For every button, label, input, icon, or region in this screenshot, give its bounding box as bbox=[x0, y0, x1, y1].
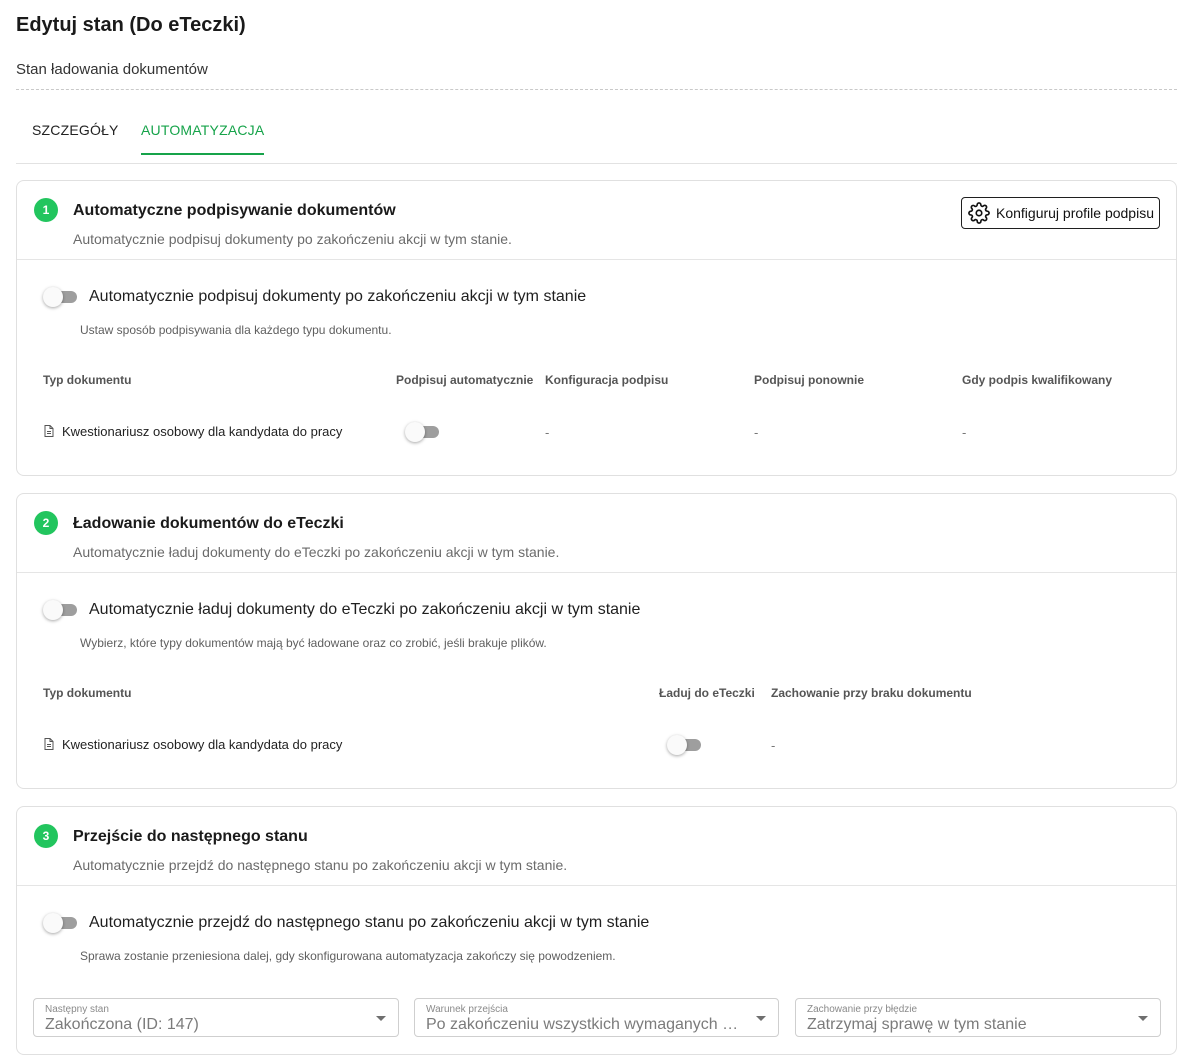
section-title: Ładowanie dokumentów do eTeczki bbox=[73, 515, 344, 532]
column-header-sign-again: Podpisuj ponownie bbox=[754, 373, 864, 387]
step-badge: 2 bbox=[34, 511, 58, 535]
column-header-load-to-eteczka: Ładuj do eTeczki bbox=[659, 686, 755, 700]
table-row: Kwestionariusz osobowy dla kandydata do … bbox=[44, 424, 342, 439]
section-header: 3 Przejście do następnego stanu Automaty… bbox=[17, 807, 1176, 886]
chevron-down-icon bbox=[376, 1016, 386, 1021]
transition-condition-select[interactable]: Warunek przejścia Po zakończeniu wszystk… bbox=[414, 998, 779, 1037]
column-header-missing-document-behavior: Zachowanie przy braku dokumentu bbox=[771, 686, 972, 700]
tab-automation[interactable]: AUTOMATYZACJA bbox=[141, 112, 265, 155]
page-subtitle: Stan ładowania dokumentów bbox=[16, 61, 208, 78]
dashed-divider bbox=[16, 89, 1177, 90]
auto-load-toggle-row: Automatycznie ładuj dokumenty do eTeczki… bbox=[43, 600, 640, 620]
auto-transition-toggle[interactable] bbox=[43, 913, 79, 933]
step-badge: 1 bbox=[34, 198, 58, 222]
transition-condition-label: Warunek przejścia bbox=[426, 1004, 508, 1015]
chevron-down-icon bbox=[1138, 1016, 1148, 1021]
signature-config-value: - bbox=[545, 425, 550, 440]
column-header-document-type: Typ dokumentu bbox=[43, 373, 132, 387]
auto-sign-toggle-row: Automatycznie podpisuj dokumenty po zako… bbox=[43, 287, 586, 307]
next-state-select[interactable]: Następny stan Zakończona (ID: 147) bbox=[33, 998, 399, 1037]
document-icon bbox=[44, 425, 54, 437]
document-icon bbox=[44, 738, 54, 750]
section-description: Automatycznie ładuj dokumenty do eTeczki… bbox=[73, 544, 560, 560]
auto-sign-toggle-label: Automatycznie podpisuj dokumenty po zako… bbox=[89, 288, 587, 305]
tab-bar: SZCZEGÓŁY AUTOMATYZACJA bbox=[16, 112, 1177, 164]
page-title: Edytuj stan (Do eTeczki) bbox=[16, 14, 246, 36]
section-load-to-eteczka: 2 Ładowanie dokumentów do eTeczki Automa… bbox=[16, 493, 1177, 789]
document-type-name: Kwestionariusz osobowy dla kandydata do … bbox=[62, 424, 343, 439]
next-state-value: Zakończona (ID: 147) bbox=[45, 1016, 199, 1033]
transition-condition-value: Po zakończeniu wszystkich wymaganych akc… bbox=[426, 1016, 740, 1033]
column-header-sign-automatically: Podpisuj automatycznie bbox=[396, 373, 534, 387]
edit-state-page: Edytuj stan (Do eTeczki) Stan ładowania … bbox=[0, 0, 1187, 1057]
sign-again-value: - bbox=[754, 425, 759, 440]
section-description: Automatycznie podpisuj dokumenty po zako… bbox=[73, 231, 512, 247]
gear-icon bbox=[968, 202, 990, 224]
row-sign-automatically-toggle[interactable] bbox=[405, 422, 441, 442]
configure-signature-profiles-button[interactable]: Konfiguruj profile podpisu bbox=[961, 197, 1160, 229]
error-behavior-label: Zachowanie przy błędzie bbox=[807, 1004, 918, 1015]
auto-transition-helper-text: Sprawa zostanie przeniesiona dalej, gdy … bbox=[80, 949, 616, 963]
error-behavior-value: Zatrzymaj sprawę w tym stanie bbox=[807, 1016, 1027, 1033]
document-type-name: Kwestionariusz osobowy dla kandydata do … bbox=[62, 737, 343, 752]
qualified-signature-value: - bbox=[962, 425, 967, 440]
section-header: 2 Ładowanie dokumentów do eTeczki Automa… bbox=[17, 494, 1176, 573]
section-auto-sign: 1 Automatyczne podpisywanie dokumentów A… bbox=[16, 180, 1177, 476]
auto-sign-helper-text: Ustaw sposób podpisywania dla każdego ty… bbox=[80, 323, 392, 337]
configure-button-label: Konfiguruj profile podpisu bbox=[996, 205, 1154, 221]
column-header-document-type: Typ dokumentu bbox=[43, 686, 132, 700]
auto-load-toggle-label: Automatycznie ładuj dokumenty do eTeczki… bbox=[89, 601, 641, 618]
auto-transition-toggle-label: Automatycznie przejdź do następnego stan… bbox=[89, 914, 650, 931]
step-badge: 3 bbox=[34, 824, 58, 848]
tab-details[interactable]: SZCZEGÓŁY bbox=[32, 112, 119, 155]
auto-transition-toggle-row: Automatycznie przejdź do następnego stan… bbox=[43, 913, 649, 933]
column-header-signature-config: Konfiguracja podpisu bbox=[545, 373, 669, 387]
auto-sign-toggle[interactable] bbox=[43, 287, 79, 307]
section-title: Przejście do następnego stanu bbox=[73, 828, 308, 845]
missing-document-behavior-value: - bbox=[771, 738, 776, 753]
section-title: Automatyczne podpisywanie dokumentów bbox=[73, 202, 396, 219]
row-load-to-eteczka-toggle[interactable] bbox=[667, 735, 703, 755]
section-next-state-transition: 3 Przejście do następnego stanu Automaty… bbox=[16, 806, 1177, 1055]
chevron-down-icon bbox=[756, 1016, 766, 1021]
auto-load-toggle[interactable] bbox=[43, 600, 79, 620]
column-header-qualified-signature: Gdy podpis kwalifikowany bbox=[962, 373, 1113, 387]
table-row: Kwestionariusz osobowy dla kandydata do … bbox=[44, 737, 342, 752]
section-description: Automatycznie przejdź do następnego stan… bbox=[73, 857, 568, 873]
section-header: 1 Automatyczne podpisywanie dokumentów A… bbox=[17, 181, 1176, 260]
auto-load-helper-text: Wybierz, które typy dokumentów mają być … bbox=[80, 636, 547, 650]
error-behavior-select[interactable]: Zachowanie przy błędzie Zatrzymaj sprawę… bbox=[795, 998, 1161, 1037]
next-state-label: Następny stan bbox=[45, 1004, 109, 1015]
